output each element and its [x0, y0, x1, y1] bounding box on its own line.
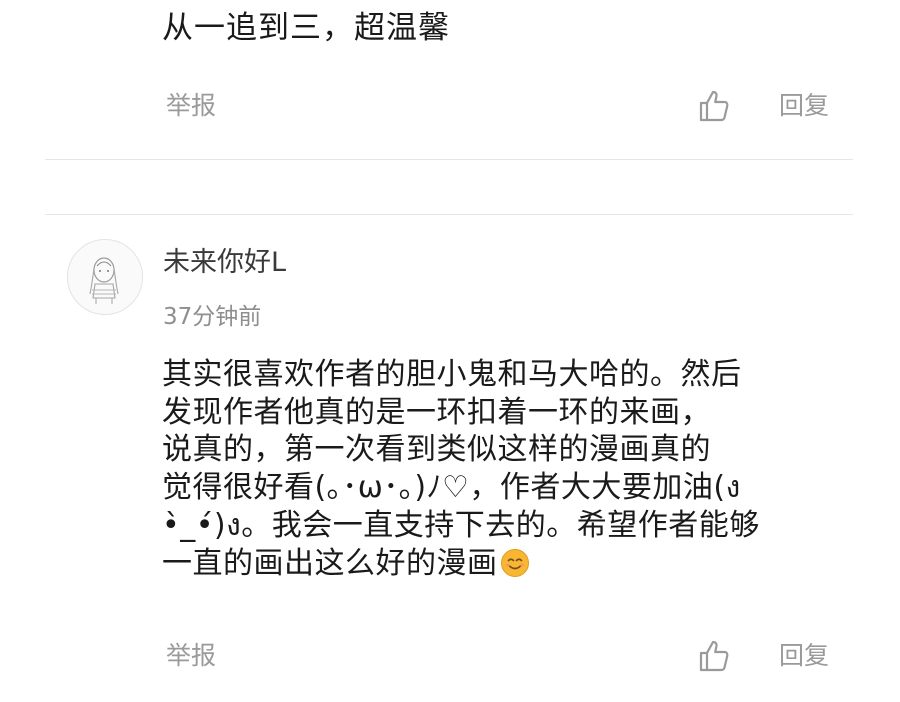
comment-text: 其实很喜欢作者的胆小鬼和马大哈的。然后 发现作者他真的是一环扣着一环的来画， 说… [162, 356, 812, 582]
divider [45, 214, 853, 215]
reply-button[interactable]: 回复 [779, 86, 829, 126]
divider [45, 159, 853, 160]
comment-text: 从一追到三，超温馨 [162, 10, 450, 46]
reply-button[interactable]: 回复 [779, 636, 829, 676]
thumbs-up-icon [699, 90, 729, 122]
comment-body-text: 其实很喜欢作者的胆小鬼和马大哈的。然后 发现作者他真的是一环扣着一环的来画， 说… [162, 357, 760, 581]
like-button[interactable] [696, 638, 732, 674]
report-button[interactable]: 举报 [166, 636, 216, 676]
user-avatar-icon [89, 257, 119, 304]
timestamp: 37分钟前 [163, 304, 262, 330]
avatar[interactable] [67, 239, 143, 315]
thumbs-up-icon [699, 640, 729, 672]
username[interactable]: 未来你好L [163, 243, 286, 283]
smiling-face-emoji-icon [500, 548, 529, 577]
comment-actions: 举报 回复 [0, 86, 900, 126]
report-button[interactable]: 举报 [166, 86, 216, 126]
like-button[interactable] [696, 88, 732, 124]
comment-actions: 举报 回复 [0, 636, 900, 676]
